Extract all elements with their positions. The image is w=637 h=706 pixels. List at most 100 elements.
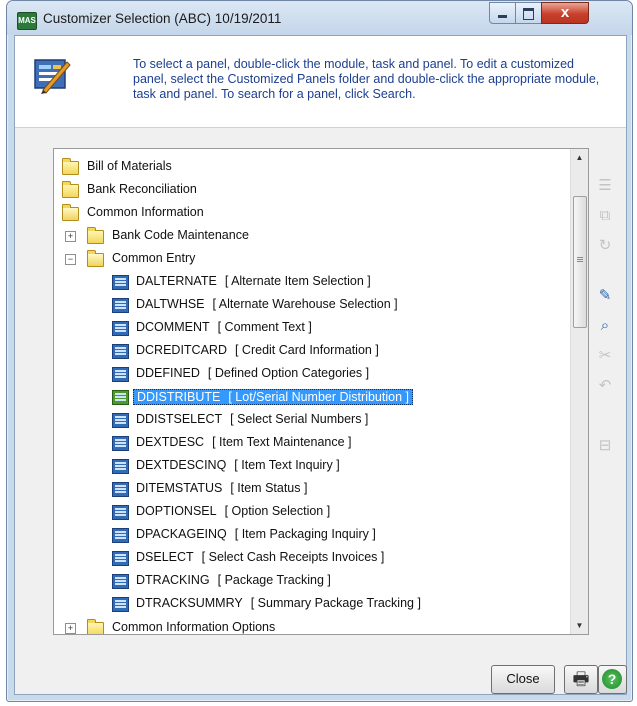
panel-description: [ Select Serial Numbers ] (230, 412, 369, 426)
tree-item-panel[interactable]: DCOMMENT [ Comment Text ] (54, 317, 570, 339)
tree-item-panel[interactable]: DALTERNATE [ Alternate Item Selection ] (54, 271, 570, 293)
panel-description: [ Package Tracking ] (217, 573, 331, 587)
panel-description: [ Item Text Maintenance ] (212, 435, 352, 449)
tree-item-panel[interactable]: DTRACKING [ Package Tracking ] (54, 570, 570, 592)
tree-item-panel[interactable]: DSELECT [ Select Cash Receipts Invoices ] (54, 547, 570, 569)
panel-icon (112, 574, 129, 589)
maximize-icon (523, 8, 534, 20)
folder-icon (62, 181, 79, 198)
tree-item-label: Bill of Materials (87, 159, 172, 173)
panel-icon (112, 436, 129, 451)
customizer-icon (34, 59, 71, 94)
tree-item-panel[interactable]: DEXTDESC [ Item Text Maintenance ] (54, 432, 570, 454)
panel-name: DSELECT (136, 550, 194, 564)
panel-icon (112, 321, 129, 336)
panel-icon (112, 551, 129, 566)
panel-name: DDEFINED (136, 366, 200, 380)
panel-icon (112, 275, 129, 290)
tree-item-label: Bank Code Maintenance (112, 228, 249, 242)
panel-description: [ Alternate Warehouse Selection ] (212, 297, 398, 311)
panel-name: DDISTRIBUTE (137, 390, 221, 404)
folder-icon (87, 619, 104, 634)
tools-icon[interactable]: ✂ (595, 346, 615, 366)
tree-item-folder[interactable]: − Common Entry (54, 248, 570, 270)
panel-icon (112, 298, 129, 313)
tree-item-folder[interactable]: + Bank Code Maintenance (54, 225, 570, 247)
panel-description: [ Defined Option Categories ] (207, 366, 370, 380)
panel-name: DITEMSTATUS (136, 481, 223, 495)
scroll-down-icon[interactable]: ▼ (571, 617, 588, 634)
tree-item-label: Common Information Options (112, 620, 276, 634)
window-title: Customizer Selection (ABC) 10/19/2011 (43, 11, 282, 26)
maximize-button[interactable] (515, 2, 542, 24)
panel-description: [ Item Status ] (230, 481, 308, 495)
close-button[interactable]: Close (491, 665, 555, 694)
panel-icon (112, 505, 129, 520)
window-close-button[interactable]: x (541, 2, 589, 24)
panel-icon (112, 390, 129, 405)
tree-item-panel[interactable]: DDEFINED [ Defined Option Categories ] (54, 363, 570, 385)
scroll-up-icon[interactable]: ▲ (571, 149, 588, 166)
panel-name: DTRACKING (136, 573, 210, 587)
panel-description: [ Option Selection ] (224, 504, 331, 518)
tree-item-panel[interactable]: DEXTDESCINQ [ Item Text Inquiry ] (54, 455, 570, 477)
refresh-icon[interactable]: ↻ (595, 236, 615, 256)
panel-description: [ Item Packaging Inquiry ] (234, 527, 376, 541)
minimize-button[interactable] (489, 2, 516, 24)
panel-name: DOPTIONSEL (136, 504, 217, 518)
scroll-thumb[interactable] (573, 196, 587, 328)
tree-item-folder[interactable]: + Common Information Options (54, 617, 570, 634)
panel-description: [ Credit Card Information ] (234, 343, 379, 357)
panel-icon (112, 482, 129, 497)
panel-description: [ Select Cash Receipts Invoices ] (201, 550, 385, 564)
panel-icon (112, 597, 129, 612)
undo-icon[interactable]: ↶ (595, 376, 615, 396)
tree-item-panel[interactable]: DCREDITCARD [ Credit Card Information ] (54, 340, 570, 362)
side-toolbar: ☰ ⧉ ↻ ✎ ⌕ ✂ ↶ ⊟ (591, 176, 621, 516)
panel-description: [ Alternate Item Selection ] (224, 274, 371, 288)
panel-name: DCREDITCARD (136, 343, 227, 357)
copy-icon[interactable]: ⧉ (595, 206, 615, 226)
tree-item-folder[interactable]: Common Information (54, 202, 570, 224)
title-bar[interactable]: MAS Customizer Selection (ABC) 10/19/201… (7, 1, 632, 35)
close-icon: x (560, 4, 570, 21)
customize-icon[interactable]: ✎ (595, 286, 615, 306)
tree-item-panel[interactable]: DTRACKSUMMRY [ Summary Package Tracking ] (54, 593, 570, 615)
panel-description: [ Lot/Serial Number Distribution ] (228, 390, 409, 404)
tree-item-panel[interactable]: DPACKAGEINQ [ Item Packaging Inquiry ] (54, 524, 570, 546)
expand-icon[interactable]: + (65, 623, 76, 634)
panel-tree[interactable]: Bill of Materials Bank Reconciliation Co… (53, 148, 589, 635)
panel-name: DEXTDESC (136, 435, 205, 449)
list-icon[interactable]: ☰ (595, 176, 615, 196)
tree-item-panel[interactable]: DDISTSELECT [ Select Serial Numbers ] (54, 409, 570, 431)
panel-description: [ Comment Text ] (217, 320, 312, 334)
tree-item-panel[interactable]: DOPTIONSEL [ Option Selection ] (54, 501, 570, 523)
expand-icon[interactable]: + (65, 231, 76, 242)
tree-item-panel-selected[interactable]: DDISTRIBUTE [ Lot/Serial Number Distribut… (54, 386, 570, 408)
folder-open-icon (87, 250, 104, 267)
instruction-text: To select a panel, double-click the modu… (133, 57, 600, 101)
panel-description: [ Item Text Inquiry ] (234, 458, 340, 472)
panel-icon (112, 413, 129, 428)
instruction-banner: To select a panel, double-click the modu… (15, 36, 626, 128)
tree-item-label: Common Information (87, 205, 204, 219)
panel-name: DEXTDESCINQ (136, 458, 227, 472)
tree-item-panel[interactable]: DALTWHSE [ Alternate Warehouse Selection … (54, 294, 570, 316)
help-button[interactable]: ? (598, 665, 627, 694)
collapse-icon[interactable]: − (65, 254, 76, 265)
tree-rows: Bill of Materials Bank Reconciliation Co… (54, 149, 570, 634)
panel-description: [ Summary Package Tracking ] (250, 596, 421, 610)
remove-icon[interactable]: ⊟ (595, 436, 615, 456)
tree-item-folder[interactable]: Bill of Materials (54, 156, 570, 178)
tree-item-label: Bank Reconciliation (87, 182, 197, 196)
search-icon[interactable]: ⌕ (595, 316, 615, 336)
print-icon[interactable]: 🖶 (564, 665, 598, 694)
app-icon: MAS (17, 12, 37, 30)
help-icon: ? (602, 669, 622, 689)
panel-icon (112, 528, 129, 543)
tree-item-panel[interactable]: DITEMSTATUS [ Item Status ] (54, 478, 570, 500)
tree-scrollbar[interactable]: ▲ ▼ (570, 149, 588, 634)
folder-icon (87, 227, 104, 244)
tree-item-folder[interactable]: Bank Reconciliation (54, 179, 570, 201)
panel-icon (112, 459, 129, 474)
